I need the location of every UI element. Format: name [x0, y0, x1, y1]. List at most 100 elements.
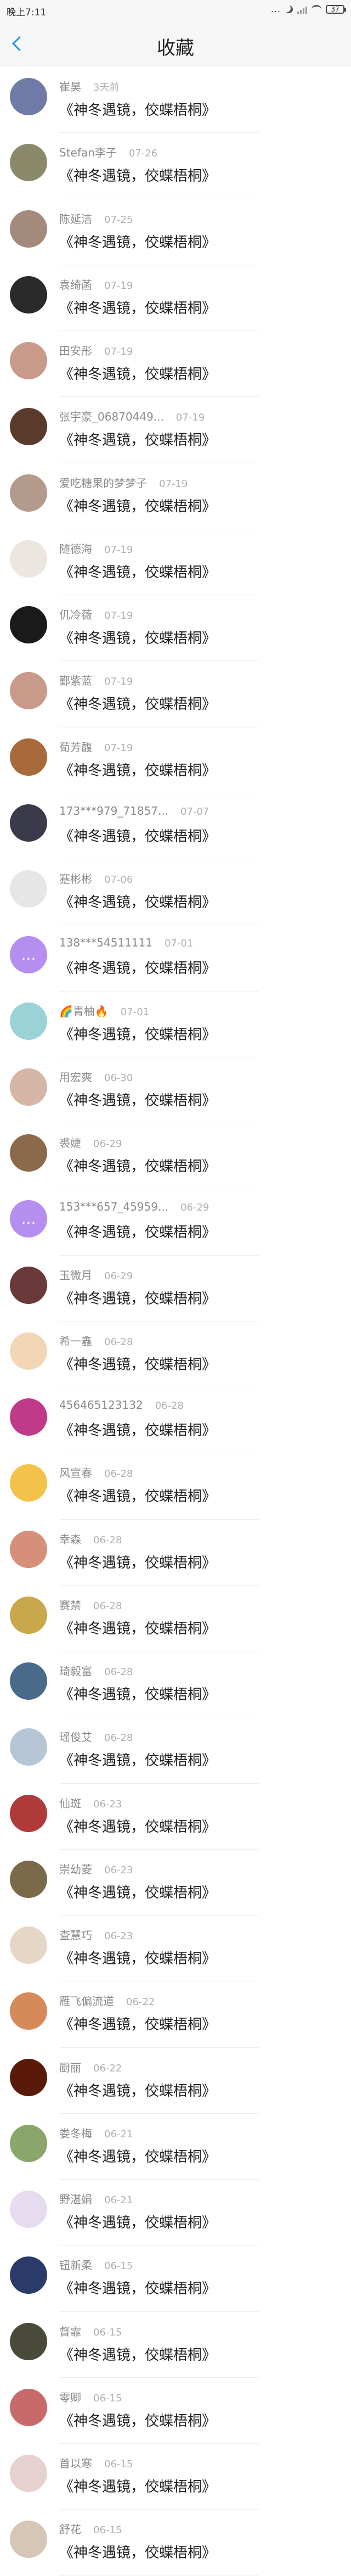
list-item[interactable]: 首以寒 06-15 《神冬遇镜，佼蝶梧桐》 — [0, 2444, 351, 2510]
avatar[interactable] — [10, 1662, 47, 1700]
user-name[interactable]: 风宣春 — [59, 1466, 92, 1480]
user-name[interactable]: 138***54511111 — [59, 936, 152, 949]
list-item[interactable]: ... 153***657_45959... 06-29 《神冬遇镜，佼蝶梧桐》 — [0, 1189, 351, 1256]
user-name[interactable]: 幸森 — [59, 1533, 81, 1546]
user-name[interactable]: 裘婕 — [59, 1136, 81, 1150]
user-name[interactable]: 瑶俊艾 — [59, 1731, 92, 1744]
user-name[interactable]: 零卿 — [59, 2391, 81, 2404]
avatar[interactable] — [10, 1530, 47, 1568]
favorite-title[interactable]: 《神冬遇镜，佼蝶梧桐》 — [59, 1023, 216, 1044]
avatar[interactable] — [10, 2124, 47, 2162]
list-item[interactable]: Stefan李子 07-26 《神冬遇镜，佼蝶梧桐》 — [0, 133, 351, 199]
favorite-title[interactable]: 《神冬遇镜，佼蝶梧桐》 — [59, 1353, 216, 1374]
list-item[interactable]: 🌈青柚🔥 07-01 《神冬遇镜，佼蝶梧桐》 — [0, 992, 351, 1057]
avatar[interactable] — [10, 2322, 47, 2360]
favorite-title[interactable]: 《神冬遇镜，佼蝶梧桐》 — [59, 99, 216, 119]
user-name[interactable]: 袁绮菡 — [59, 278, 92, 292]
list-item[interactable]: 裘婕 06-29 《神冬遇镜，佼蝶梧桐》 — [0, 1123, 351, 1190]
user-name[interactable]: 爱吃糖果的梦梦子 — [59, 477, 147, 490]
list-item[interactable]: 舒花 06-15 《神冬遇镜，佼蝶梧桐》 — [0, 2510, 351, 2576]
favorite-title[interactable]: 《神冬遇镜，佼蝶梧桐》 — [59, 693, 216, 713]
favorite-title[interactable]: 《神冬遇镜，佼蝶梧桐》 — [59, 825, 216, 845]
avatar[interactable] — [10, 1728, 47, 1766]
user-name[interactable]: 崔昊 — [59, 80, 81, 93]
user-name[interactable]: 173***979_71857... — [59, 804, 168, 817]
avatar[interactable] — [10, 1992, 47, 2030]
list-item[interactable]: 蹇彬彬 07-06 《神冬遇镜，佼蝶梧桐》 — [0, 859, 351, 926]
favorite-title[interactable]: 《神冬遇镜，佼蝶梧桐》 — [59, 1552, 216, 1572]
list-item[interactable]: 查慧巧 06-23 《神冬遇镜，佼蝶梧桐》 — [0, 1916, 351, 1982]
list-item[interactable]: 琦毅富 06-28 《神冬遇镜，佼蝶梧桐》 — [0, 1651, 351, 1718]
user-name[interactable]: 田安彤 — [59, 344, 92, 357]
favorite-title[interactable]: 《神冬遇镜，佼蝶梧桐》 — [59, 1419, 216, 1440]
favorite-title[interactable]: 《神冬遇镜，佼蝶梧桐》 — [59, 231, 216, 251]
list-item[interactable]: 张宇豪_06870449... 07-19 《神冬遇镜，佼蝶梧桐》 — [0, 397, 351, 463]
avatar[interactable]: ... — [10, 936, 47, 974]
avatar[interactable] — [10, 474, 47, 512]
user-name[interactable]: 蹇彬彬 — [59, 872, 92, 886]
user-name[interactable]: 鄞紫蓝 — [59, 674, 92, 687]
avatar[interactable] — [10, 144, 47, 182]
favorite-title[interactable]: 《神冬遇镜，佼蝶梧桐》 — [59, 297, 216, 317]
avatar[interactable] — [10, 210, 47, 248]
user-name[interactable]: 崇幼菱 — [59, 1863, 92, 1876]
avatar[interactable] — [10, 1464, 47, 1502]
avatar[interactable] — [10, 738, 47, 776]
list-item[interactable]: 用宏爽 06-30 《神冬遇镜，佼蝶梧桐》 — [0, 1057, 351, 1123]
list-item[interactable]: 爱吃糖果的梦梦子 07-19 《神冬遇镜，佼蝶梧桐》 — [0, 463, 351, 529]
avatar[interactable] — [10, 1068, 47, 1106]
list-item[interactable]: 幸森 06-28 《神冬遇镜，佼蝶梧桐》 — [0, 1520, 351, 1586]
favorite-title[interactable]: 《神冬遇镜，佼蝶梧桐》 — [59, 2541, 216, 2562]
favorite-title[interactable]: 《神冬遇镜，佼蝶梧桐》 — [59, 363, 216, 383]
user-name[interactable]: 钮新柔 — [59, 2259, 92, 2272]
avatar[interactable] — [10, 870, 47, 908]
favorite-title[interactable]: 《神冬遇镜，佼蝶梧桐》 — [59, 1485, 216, 1505]
favorite-title[interactable]: 《神冬遇镜，佼蝶梧桐》 — [59, 2146, 216, 2166]
avatar[interactable] — [10, 1596, 47, 1634]
list-item[interactable]: 田安彤 07-19 《神冬遇镜，佼蝶梧桐》 — [0, 331, 351, 397]
avatar[interactable] — [10, 408, 47, 446]
favorite-title[interactable]: 《神冬遇镜，佼蝶梧桐》 — [59, 165, 216, 185]
favorite-title[interactable]: 《神冬遇镜，佼蝶梧桐》 — [59, 561, 216, 581]
list-item[interactable]: 钮新柔 06-15 《神冬遇镜，佼蝶梧桐》 — [0, 2245, 351, 2312]
list-item[interactable]: 赛禁 06-28 《神冬遇镜，佼蝶梧桐》 — [0, 1586, 351, 1651]
avatar[interactable] — [10, 1332, 47, 1370]
list-item[interactable]: 崇幼菱 06-23 《神冬遇镜，佼蝶梧桐》 — [0, 1850, 351, 1916]
list-item[interactable]: 173***979_71857... 07-07 《神冬遇镜，佼蝶梧桐》 — [0, 793, 351, 859]
favorite-title[interactable]: 《神冬遇镜，佼蝶梧桐》 — [59, 2410, 216, 2430]
list-item[interactable]: 鄞紫蓝 07-19 《神冬遇镜，佼蝶梧桐》 — [0, 661, 351, 727]
list-item[interactable]: 零卿 06-15 《神冬遇镜，佼蝶梧桐》 — [0, 2378, 351, 2444]
avatar[interactable] — [10, 78, 47, 115]
user-name[interactable]: 首以寒 — [59, 2457, 92, 2470]
favorite-title[interactable]: 《神冬遇镜，佼蝶梧桐》 — [59, 429, 216, 449]
favorite-title[interactable]: 《神冬遇镜，佼蝶梧桐》 — [59, 2476, 216, 2496]
avatar[interactable] — [10, 1002, 47, 1040]
user-name[interactable]: 琦毅富 — [59, 1665, 92, 1678]
avatar[interactable] — [10, 2388, 47, 2426]
user-name[interactable]: 查慧巧 — [59, 1929, 92, 1942]
list-item[interactable]: 玉微月 06-29 《神冬遇镜，佼蝶梧桐》 — [0, 1256, 351, 1321]
avatar[interactable] — [10, 2256, 47, 2294]
user-name[interactable]: 仉冷薇 — [59, 608, 92, 621]
favorite-title[interactable]: 《神冬遇镜，佼蝶梧桐》 — [59, 495, 216, 516]
user-name[interactable]: 随德海 — [59, 542, 92, 556]
user-name[interactable]: 野湛娟 — [59, 2193, 92, 2206]
avatar[interactable] — [10, 276, 47, 313]
favorite-title[interactable]: 《神冬遇镜，佼蝶梧桐》 — [59, 2344, 216, 2364]
list-item[interactable]: 袁绮菡 07-19 《神冬遇镜，佼蝶梧桐》 — [0, 265, 351, 331]
list-item[interactable]: 督霏 06-15 《神冬遇镜，佼蝶梧桐》 — [0, 2312, 351, 2378]
list-item[interactable]: 瑶俊艾 06-28 《神冬遇镜，佼蝶梧桐》 — [0, 1717, 351, 1784]
favorite-title[interactable]: 《神冬遇镜，佼蝶梧桐》 — [59, 1287, 216, 1308]
user-name[interactable]: 舒花 — [59, 2523, 81, 2536]
list-item[interactable]: 456465123132 06-28 《神冬遇镜，佼蝶梧桐》 — [0, 1387, 351, 1454]
avatar[interactable] — [10, 2521, 47, 2558]
user-name[interactable]: 456465123132 — [59, 1398, 143, 1412]
user-name[interactable]: 玉微月 — [59, 1269, 92, 1282]
list-item[interactable]: 仙斑 06-23 《神冬遇镜，佼蝶梧桐》 — [0, 1784, 351, 1850]
list-item[interactable]: 希一鑫 06-28 《神冬遇镜，佼蝶梧桐》 — [0, 1321, 351, 1387]
favorite-title[interactable]: 《神冬遇镜，佼蝶梧桐》 — [59, 1089, 216, 1110]
favorite-title[interactable]: 《神冬遇镜，佼蝶梧桐》 — [59, 1749, 216, 1769]
list-item[interactable]: 厨丽 06-22 《神冬遇镜，佼蝶梧桐》 — [0, 2048, 351, 2114]
user-name[interactable]: 督霏 — [59, 2325, 81, 2338]
avatar[interactable]: ... — [10, 1200, 47, 1238]
